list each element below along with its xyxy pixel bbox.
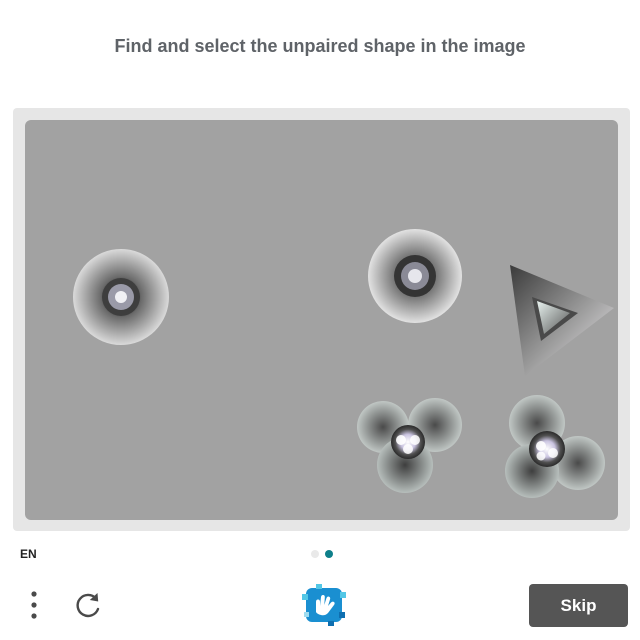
pagination-dot-2-active[interactable] (325, 550, 333, 558)
refresh-icon (76, 593, 100, 618)
hand-logo-icon (302, 584, 346, 626)
triangle-shape[interactable] (510, 265, 614, 376)
pagination-dots (311, 550, 333, 558)
clover-shape-left[interactable] (357, 398, 462, 493)
menu-button[interactable] (22, 588, 46, 622)
language-selector[interactable]: EN (20, 547, 37, 561)
challenge-prompt: Find and select the unpaired shape in th… (114, 36, 526, 56)
shapes-svg (73, 229, 614, 498)
skip-button[interactable]: Skip (529, 584, 628, 627)
refresh-button[interactable] (72, 588, 104, 622)
clover-shape-right[interactable] (505, 395, 605, 498)
circle-shape-right[interactable] (368, 229, 462, 323)
pagination-dot-1[interactable] (311, 550, 319, 558)
vertical-ellipsis-icon (31, 591, 37, 619)
brand-logo (302, 584, 346, 626)
challenge-canvas[interactable] (25, 120, 618, 520)
circle-shape-left[interactable] (73, 249, 169, 345)
